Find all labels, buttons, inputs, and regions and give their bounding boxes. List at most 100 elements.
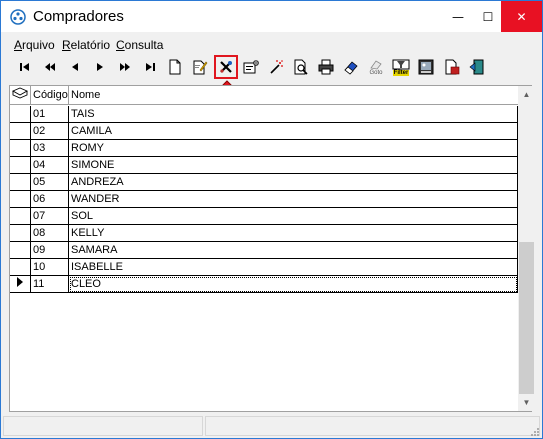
next-page-icon: [119, 62, 131, 72]
filter-button[interactable]: Filter: [390, 56, 412, 78]
cell-codigo[interactable]: 10: [31, 259, 69, 276]
close-button[interactable]: ✕: [501, 1, 542, 32]
prior-page-button[interactable]: [39, 56, 61, 78]
edit-document-icon: [192, 59, 208, 75]
cell-nome[interactable]: SIMONE: [69, 157, 518, 174]
resize-grip-icon[interactable]: [530, 426, 540, 436]
scroll-down-button[interactable]: ▼: [518, 394, 535, 411]
properties-button[interactable]: [240, 56, 262, 78]
row-indicator[interactable]: [10, 242, 31, 259]
row-indicator[interactable]: [10, 140, 31, 157]
last-record-button[interactable]: [139, 56, 161, 78]
clear-button[interactable]: [340, 56, 362, 78]
preview-button[interactable]: [290, 56, 312, 78]
table-row[interactable]: 10 ISABELLE: [10, 259, 518, 276]
eraser-icon: [343, 59, 359, 75]
scroll-up-button[interactable]: ▲: [518, 86, 535, 103]
row-indicator[interactable]: [10, 123, 31, 140]
book-icon: [11, 87, 29, 105]
last-record-icon: [144, 62, 156, 72]
prior-record-button[interactable]: [64, 56, 86, 78]
column-header-codigo[interactable]: Código: [31, 86, 69, 105]
status-pane: [205, 416, 540, 436]
cell-nome[interactable]: WANDER: [69, 191, 518, 208]
row-indicator[interactable]: [10, 259, 31, 276]
first-record-button[interactable]: [14, 56, 36, 78]
cell-nome[interactable]: CLEO: [69, 276, 518, 293]
first-record-icon: [19, 62, 31, 72]
cell-nome[interactable]: CAMILA: [69, 123, 518, 140]
table-row[interactable]: 01 TAIS: [10, 106, 518, 123]
table-row[interactable]: 03 ROMY: [10, 140, 518, 157]
table-row-current[interactable]: 11 CLEO: [10, 276, 518, 293]
menu-consulta[interactable]: Consulta: [116, 38, 163, 52]
row-indicator[interactable]: [10, 208, 31, 225]
next-record-button[interactable]: [89, 56, 111, 78]
header-corner[interactable]: [10, 86, 31, 105]
cell-codigo[interactable]: 04: [31, 157, 69, 174]
exit-button[interactable]: [466, 56, 488, 78]
print-button[interactable]: [315, 56, 337, 78]
cell-nome[interactable]: TAIS: [69, 106, 518, 123]
toolbar: Goto Filter: [1, 54, 542, 80]
cell-nome[interactable]: ANDREZA: [69, 174, 518, 191]
cell-codigo[interactable]: 06: [31, 191, 69, 208]
cell-nome[interactable]: KELLY: [69, 225, 518, 242]
table-row[interactable]: 09 SAMARA: [10, 242, 518, 259]
table-row[interactable]: 08 KELLY: [10, 225, 518, 242]
cell-nome[interactable]: SOL: [69, 208, 518, 225]
row-indicator[interactable]: [10, 225, 31, 242]
cell-codigo[interactable]: 07: [31, 208, 69, 225]
goto-button[interactable]: Goto: [365, 56, 387, 78]
table-row[interactable]: 07 SOL: [10, 208, 518, 225]
table-row[interactable]: 04 SIMONE: [10, 157, 518, 174]
cell-codigo[interactable]: 03: [31, 140, 69, 157]
scroll-thumb[interactable]: [519, 242, 534, 394]
wand-button[interactable]: [265, 56, 287, 78]
export-icon: [444, 59, 460, 75]
minimize-button[interactable]: —: [443, 1, 473, 32]
new-button[interactable]: [164, 56, 186, 78]
maximize-button[interactable]: ☐: [473, 1, 503, 32]
next-record-icon: [96, 62, 104, 72]
prior-record-icon: [71, 62, 79, 72]
cell-nome[interactable]: ROMY: [69, 140, 518, 157]
table-row[interactable]: 06 WANDER: [10, 191, 518, 208]
menu-relatorio[interactable]: Relatório: [62, 38, 110, 52]
cell-codigo[interactable]: 05: [31, 174, 69, 191]
menu-bar: Arquivo Relatório Consulta: [1, 32, 542, 54]
picture-button[interactable]: [415, 56, 437, 78]
printer-icon: [318, 59, 334, 75]
row-indicator[interactable]: [10, 106, 31, 123]
app-icon: [10, 9, 26, 25]
menu-arquivo[interactable]: Arquivo: [14, 38, 55, 52]
cell-codigo[interactable]: 09: [31, 242, 69, 259]
table-row[interactable]: 02 CAMILA: [10, 123, 518, 140]
cell-nome[interactable]: SAMARA: [69, 242, 518, 259]
records-grid[interactable]: Código Nome 01 TAIS 02 CAMILA 03 ROMY 04…: [9, 85, 535, 412]
row-indicator[interactable]: [10, 157, 31, 174]
print-preview-icon: [293, 59, 309, 75]
cell-codigo[interactable]: 01: [31, 106, 69, 123]
status-pane: [3, 416, 203, 436]
highlight-box: [214, 55, 238, 79]
menu-label: Arquivo: [14, 38, 55, 52]
cell-nome[interactable]: ISABELLE: [69, 259, 518, 276]
magic-wand-icon: [268, 59, 284, 75]
prior-page-icon: [44, 62, 56, 72]
filter-icon: [392, 59, 410, 70]
cell-codigo[interactable]: 08: [31, 225, 69, 242]
table-row[interactable]: 05 ANDREZA: [10, 174, 518, 191]
column-header-nome[interactable]: Nome: [69, 86, 518, 105]
menu-label: Relatório: [62, 38, 111, 52]
row-indicator[interactable]: [10, 276, 31, 293]
edit-button[interactable]: [189, 56, 211, 78]
row-indicator[interactable]: [10, 174, 31, 191]
export-button[interactable]: [441, 56, 463, 78]
vertical-scrollbar[interactable]: ▲ ▼: [518, 86, 535, 411]
status-bar: [1, 414, 542, 438]
cell-codigo[interactable]: 02: [31, 123, 69, 140]
next-page-button[interactable]: [114, 56, 136, 78]
cell-codigo[interactable]: 11: [31, 276, 69, 293]
row-indicator[interactable]: [10, 191, 31, 208]
